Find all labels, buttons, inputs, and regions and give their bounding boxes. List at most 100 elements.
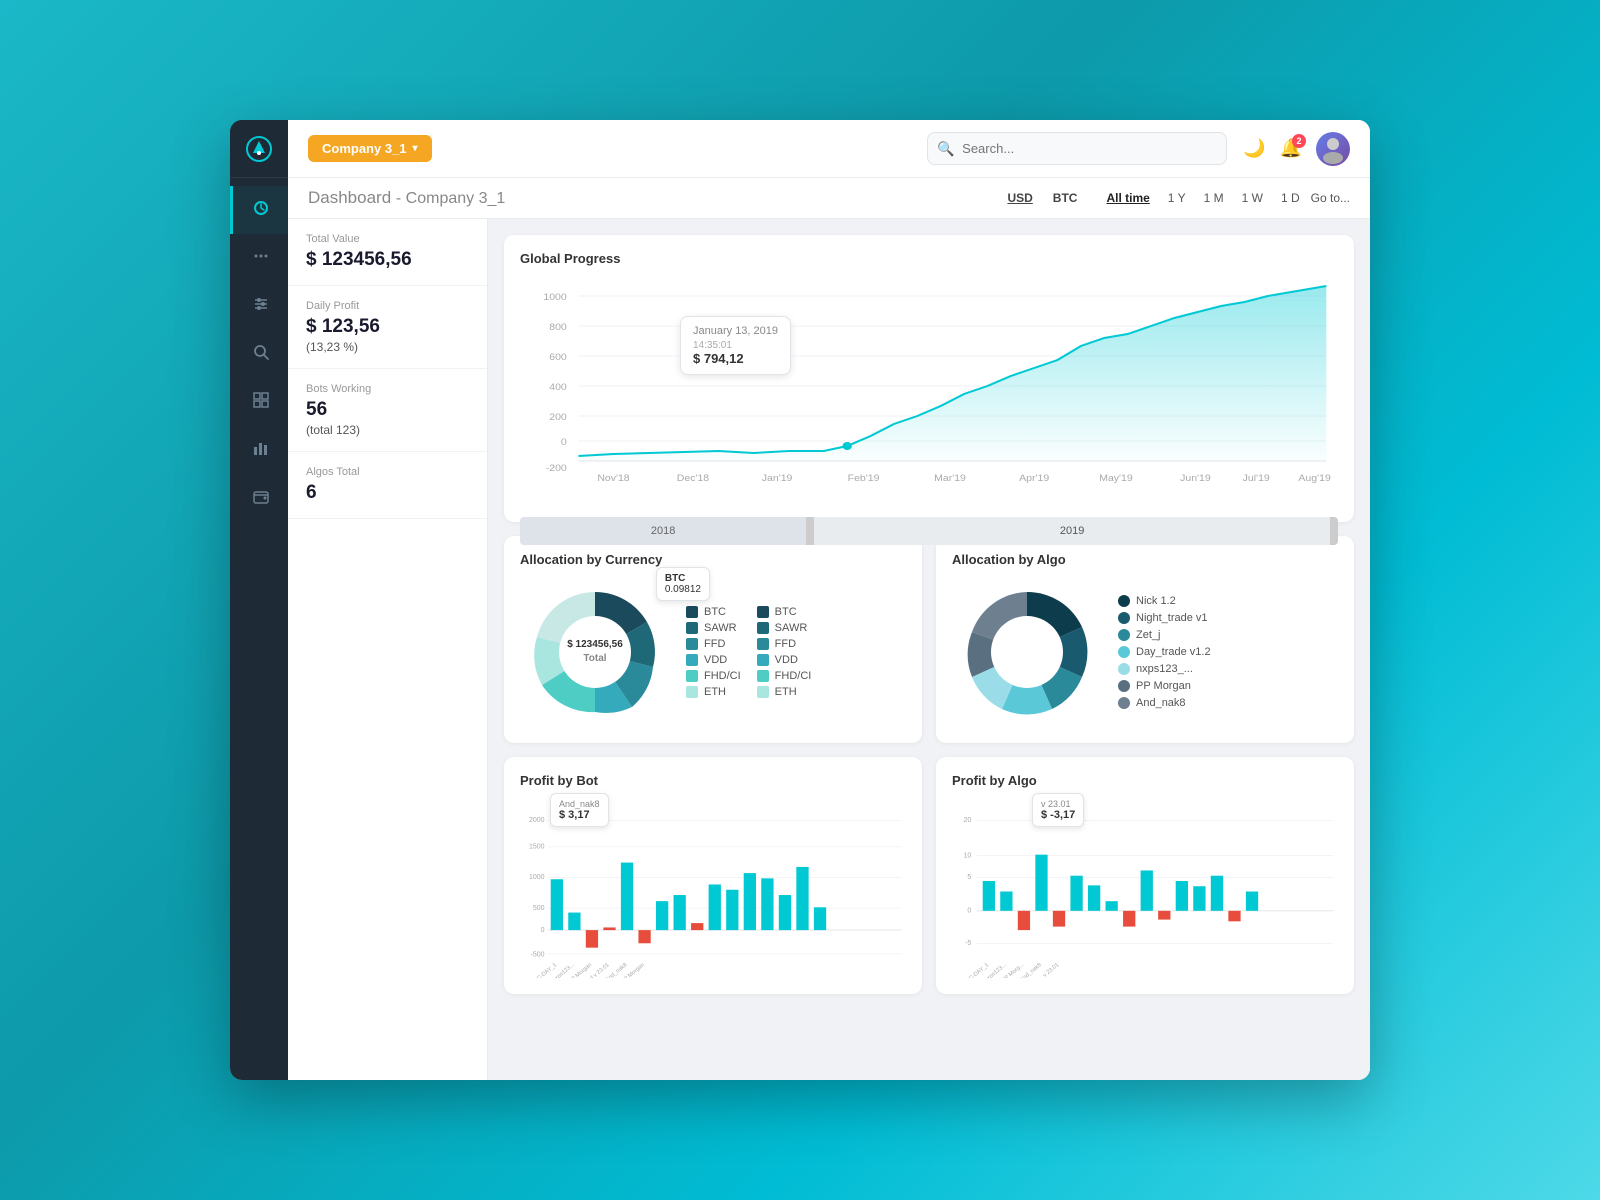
allocation-algo-donut [952,577,1102,727]
grid-icon [252,391,270,414]
time-1y[interactable]: 1 Y [1161,188,1193,208]
legend-ffd-1: FFD [686,638,741,650]
legend-nick: Nick 1.2 [1118,595,1211,607]
legend-eth-2: ETH [757,686,812,698]
svg-text:May'19: May'19 [1099,474,1133,484]
time-1w[interactable]: 1 W [1235,188,1270,208]
legend-and-nak8: And_nak8 [1118,697,1211,709]
currency-btc[interactable]: BTC [1047,188,1084,208]
sidebar-item-dashboard[interactable] [230,186,288,234]
notification-badge: 2 [1292,134,1306,148]
range-2019-label: 2019 [814,517,1330,545]
algos-total-label: Algos Total [306,466,469,478]
range-end-handle[interactable] [1330,517,1338,545]
legend-dot [757,638,769,650]
profit-bot-title: Profit by Bot [520,773,906,788]
goto-button[interactable]: Go to... [1311,191,1350,205]
search-input[interactable] [927,132,1227,165]
allocation-row: Allocation by Currency [504,536,1354,743]
algos-total-card: Algos Total 6 [288,452,487,519]
tooltip-label: And_nak8 [559,799,600,809]
main-content: Company 3_1 ▾ 🔍 🌙 🔔 2 Dashboard [288,120,1370,1080]
currency-usd[interactable]: USD [1001,188,1038,208]
sidebar-item-wallet[interactable] [230,474,288,522]
legend-vdd-2: VDD [757,654,812,666]
legend-sawr-1: SAWR [686,622,741,634]
dots-icon [252,247,270,270]
allocation-algo-card: Allocation by Algo [936,536,1354,743]
content-area: Total Value $ 123456,56 Daily Profit $ 1… [288,219,1370,1080]
legend-pp-morgan: PP Morgan [1118,680,1211,692]
time-filters: USD BTC All time 1 Y 1 M 1 W 1 D Go to..… [1001,188,1350,208]
profit-algo-title: Profit by Algo [952,773,1338,788]
profit-bot-chart: And_nak8 $ 3,17 2000 1500 1000 500 0 -50… [520,798,906,978]
user-avatar[interactable] [1316,132,1350,166]
app-shell: Company 3_1 ▾ 🔍 🌙 🔔 2 Dashboard [230,120,1370,1080]
legend-btc-1: BTC [686,606,741,618]
sidebar-item-filters[interactable] [230,282,288,330]
legend-dot [1118,663,1130,675]
tooltip-value: $ -3,17 [1041,809,1075,821]
theme-toggle-icon[interactable]: 🌙 [1243,138,1265,159]
profit-algo-chart: v 23.01 $ -3,17 20 10 5 0 -5 [952,798,1338,978]
legend-dot [757,654,769,666]
algo-legend: Nick 1.2 Night_trade v1 Zet_j [1118,595,1211,709]
svg-text:BTC-DAY_1: BTC-DAY_1 [963,962,991,978]
time-all[interactable]: All time [1099,188,1156,208]
svg-text:Feb'19: Feb'19 [848,474,880,484]
company-subtitle: - Company 3_1 [396,190,505,207]
allocation-currency-donut: $ 123456,56 Total BTC 0.09812 [520,577,670,727]
legend-dot [686,606,698,618]
legend-nxps: nxps123_... [1118,663,1211,675]
svg-text:5: 5 [967,874,971,881]
top-nav: Company 3_1 ▾ 🔍 🌙 🔔 2 [288,120,1370,178]
legend-btc-2: BTC [757,606,812,618]
allocation-currency-card: Allocation by Currency [504,536,922,743]
sidebar-item-chart[interactable] [230,426,288,474]
wallet-icon [252,487,270,510]
svg-text:0: 0 [541,927,545,934]
daily-profit-card: Daily Profit $ 123,56 (13,23 %) [288,286,487,369]
svg-text:600: 600 [549,353,567,363]
dashboard-label: Dashboard [308,188,391,207]
legend-night-trade: Night_trade v1 [1118,612,1211,624]
bots-working-sub: (total 123) [306,423,469,437]
svg-text:20: 20 [964,817,972,824]
legend-vdd-1: VDD [686,654,741,666]
svg-text:Nov'18: Nov'18 [597,474,629,484]
legend-dot [1118,595,1130,607]
global-progress-chart: 1000 800 600 400 200 0 -200 [520,276,1338,506]
legend-dot [686,638,698,650]
daily-profit-sub: (13,23 %) [306,340,469,354]
company-selector[interactable]: Company 3_1 ▾ [308,135,432,162]
legend-sawr-2: SAWR [757,622,812,634]
allocation-algo-donut-area: Nick 1.2 Night_trade v1 Zet_j [952,577,1338,727]
range-2018-label: 2018 [520,517,806,545]
magnify-icon [252,343,270,366]
topnav-actions: 🌙 🔔 2 [1243,132,1350,166]
time-range-bar[interactable]: 2018 2019 [520,517,1338,545]
sidebar-item-menu[interactable] [230,234,288,282]
page-header: Dashboard - Company 3_1 USD BTC All time… [288,178,1370,219]
range-handle[interactable] [806,517,814,545]
right-content: Global Progress [488,219,1370,1080]
sliders-icon [252,295,270,318]
currency-filter: USD BTC [1001,188,1083,208]
sidebar-item-search[interactable] [230,330,288,378]
page-title: Dashboard - Company 3_1 [308,188,505,208]
tooltip-value: $ 3,17 [559,809,600,821]
time-1m[interactable]: 1 M [1197,188,1231,208]
notifications-bell[interactable]: 🔔 2 [1280,138,1302,159]
legend-dot [757,622,769,634]
brand-logo [245,135,273,163]
legend-dot [757,670,769,682]
legend-ffd-2: FFD [757,638,812,650]
time-1d[interactable]: 1 D [1274,188,1307,208]
profit-algo-card: Profit by Algo v 23.01 $ -3,17 20 10 5 0 [936,757,1354,994]
svg-text:Jul'19: Jul'19 [1243,474,1270,484]
legend-dot [686,622,698,634]
legend-dot [686,654,698,666]
profit-bot-tooltip: And_nak8 $ 3,17 [550,793,609,827]
sidebar-item-table[interactable] [230,378,288,426]
search-icon: 🔍 [937,140,954,157]
